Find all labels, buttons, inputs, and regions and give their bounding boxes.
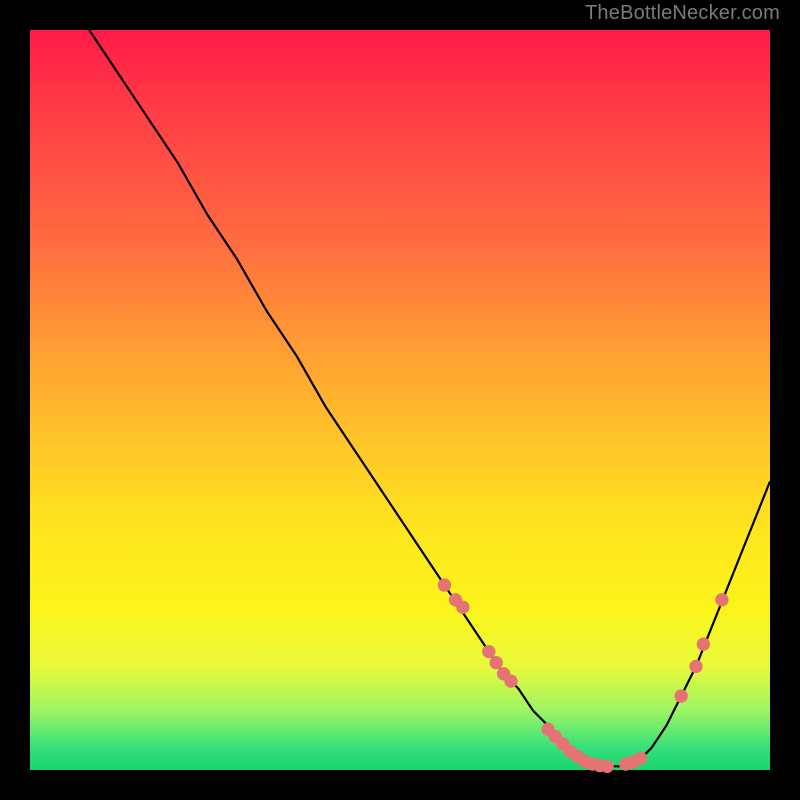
curve-marker: [689, 660, 702, 673]
bottleneck-curve: [89, 30, 770, 766]
curve-marker: [601, 760, 614, 773]
curve-marker: [675, 689, 688, 702]
curve-marker: [504, 675, 517, 688]
plot-area: [30, 30, 770, 770]
curve-marker: [490, 656, 503, 669]
curve-marker: [456, 601, 469, 614]
chart-frame: TheBottleNecker.com: [0, 0, 800, 800]
chart-svg: [30, 30, 770, 770]
curve-marker: [715, 593, 728, 606]
curve-marker: [482, 645, 495, 658]
attribution-text: TheBottleNecker.com: [585, 2, 780, 25]
curve-marker: [697, 638, 710, 651]
curve-marker: [634, 752, 647, 765]
curve-marker: [438, 578, 451, 591]
curve-markers: [438, 578, 729, 773]
